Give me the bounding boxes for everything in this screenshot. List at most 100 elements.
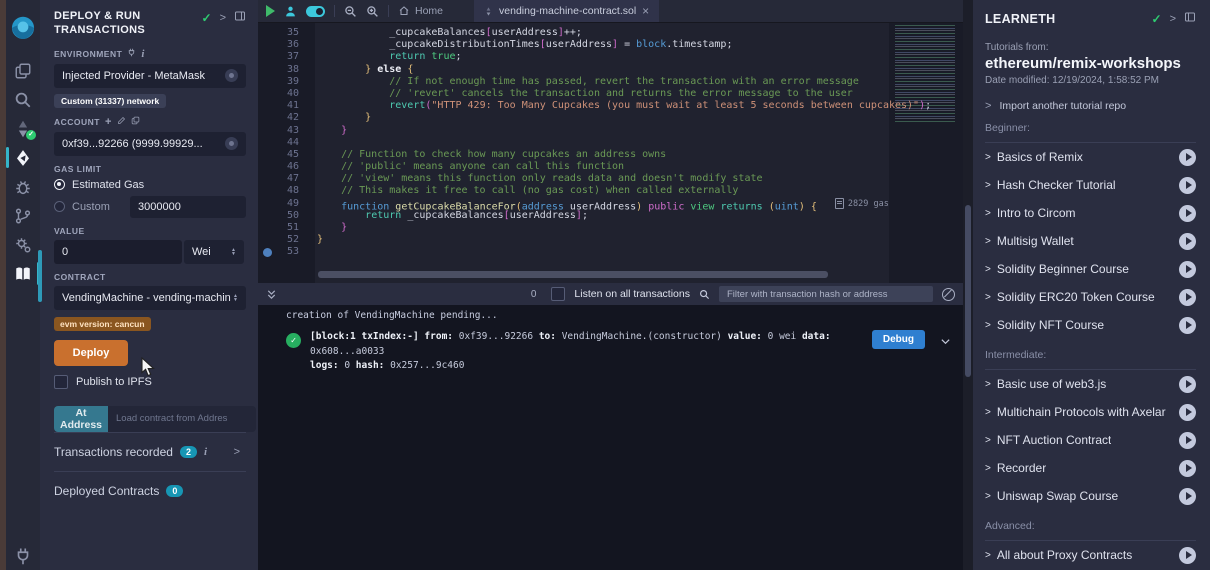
play-tutorial-button[interactable] bbox=[1179, 376, 1196, 393]
run-script-button[interactable] bbox=[266, 5, 275, 17]
file-tab[interactable]: vending-machine-contract.sol × bbox=[474, 0, 659, 22]
close-tab-icon[interactable]: × bbox=[642, 5, 649, 17]
tutorial-item[interactable]: >NFT Auction Contract bbox=[985, 426, 1196, 454]
play-tutorial-button[interactable] bbox=[1179, 261, 1196, 278]
custom-gas-input[interactable] bbox=[130, 196, 246, 218]
info-icon[interactable]: i bbox=[141, 48, 145, 60]
code-line[interactable]: 46 // 'public' means anyone can call thi… bbox=[258, 161, 889, 173]
tx-expand-chevron-icon[interactable] bbox=[940, 336, 951, 347]
play-tutorial-button[interactable] bbox=[1179, 547, 1196, 564]
line-number[interactable]: 45 bbox=[258, 149, 315, 161]
line-number[interactable]: 48 bbox=[258, 185, 315, 197]
learneth-scrollbar[interactable] bbox=[963, 0, 973, 570]
expand-chevron-icon[interactable]: > bbox=[985, 407, 991, 418]
deploy-run-icon[interactable] bbox=[6, 143, 40, 172]
tutorial-item[interactable]: >Basics of Remix bbox=[985, 143, 1196, 171]
tutorial-item[interactable]: >Solidity NFT Course bbox=[985, 311, 1196, 339]
assistant-person-icon[interactable] bbox=[284, 5, 297, 18]
publish-ipfs-checkbox[interactable] bbox=[54, 375, 68, 389]
code-line[interactable]: 36 _cupcakeDistributionTimes[userAddress… bbox=[258, 39, 889, 51]
expand-chevron-icon[interactable]: > bbox=[985, 491, 991, 502]
code-line[interactable]: 37 return true; bbox=[258, 51, 889, 63]
code-line[interactable]: 38 } else { bbox=[258, 64, 889, 76]
line-number[interactable]: 53 bbox=[258, 246, 315, 258]
value-input[interactable] bbox=[54, 240, 182, 264]
learneth-book-icon[interactable] bbox=[6, 259, 40, 288]
code-editor[interactable]: 35 _cupcakeBalances[userAddress]++;36 _c… bbox=[258, 23, 963, 283]
expand-chevron-icon[interactable]: > bbox=[985, 236, 991, 247]
expand-chevron-icon[interactable]: > bbox=[985, 208, 991, 219]
line-number[interactable]: 42 bbox=[258, 112, 315, 124]
line-number[interactable]: 52 bbox=[258, 234, 315, 246]
transaction-log-entry[interactable]: ✓ [block:1 txIndex:-] from: 0xf39...9226… bbox=[286, 330, 951, 374]
tutorial-item[interactable]: >Multisig Wallet bbox=[985, 227, 1196, 255]
copy-account-icon[interactable] bbox=[131, 116, 140, 127]
code-line[interactable]: 47 // 'view' means this function only re… bbox=[258, 173, 889, 185]
line-number[interactable]: 36 bbox=[258, 39, 315, 51]
learneth-pin-icon[interactable] bbox=[1184, 10, 1196, 28]
tutorial-item[interactable]: >Solidity Beginner Course bbox=[985, 255, 1196, 283]
pin-panel-icon[interactable] bbox=[234, 10, 246, 25]
plug-icon[interactable] bbox=[6, 541, 40, 570]
environment-select[interactable]: Injected Provider - MetaMask bbox=[54, 64, 246, 88]
debugger-icon[interactable] bbox=[6, 172, 40, 201]
line-number[interactable]: 35 bbox=[258, 27, 315, 39]
at-address-input[interactable] bbox=[108, 406, 256, 432]
expand-chevron-icon[interactable]: > bbox=[985, 292, 991, 303]
estimated-gas-radio[interactable] bbox=[54, 179, 65, 190]
add-account-icon[interactable]: + bbox=[105, 116, 112, 128]
code-line[interactable]: 35 _cupcakeBalances[userAddress]++; bbox=[258, 27, 889, 39]
line-number[interactable]: 39 bbox=[258, 76, 315, 88]
play-tutorial-button[interactable] bbox=[1179, 460, 1196, 477]
play-tutorial-button[interactable] bbox=[1179, 432, 1196, 449]
contract-select[interactable]: VendingMachine - vending-machin ▲▼ bbox=[54, 286, 246, 310]
listen-all-checkbox[interactable] bbox=[551, 287, 565, 301]
transactions-expand-icon[interactable]: > bbox=[234, 446, 240, 458]
sign-message-icon[interactable] bbox=[117, 116, 126, 127]
line-number[interactable]: 38 bbox=[258, 64, 315, 76]
code-line[interactable]: 40 // 'revert' cancels the transaction a… bbox=[258, 88, 889, 100]
expand-chevron-icon[interactable]: > bbox=[985, 152, 991, 163]
line-number[interactable]: 50 bbox=[258, 210, 315, 222]
line-number[interactable]: 43 bbox=[258, 125, 315, 137]
remix-logo[interactable] bbox=[6, 8, 40, 50]
import-repo-link[interactable]: > Import another tutorial repo bbox=[985, 100, 1196, 112]
panel-scrollbar[interactable] bbox=[38, 250, 42, 302]
tutorial-item[interactable]: >Intro to Circom bbox=[985, 199, 1196, 227]
expand-chevron-icon[interactable]: > bbox=[985, 264, 991, 275]
clear-console-icon[interactable] bbox=[942, 288, 955, 301]
expand-chevron-icon[interactable]: > bbox=[985, 180, 991, 191]
line-number[interactable]: 40 bbox=[258, 88, 315, 100]
git-icon[interactable] bbox=[6, 201, 40, 230]
line-number[interactable]: 47 bbox=[258, 173, 315, 185]
plugin-manager-icon[interactable] bbox=[6, 230, 40, 259]
breakpoint-icon[interactable] bbox=[263, 248, 272, 257]
tutorial-item[interactable]: >Basic use of web3.js bbox=[985, 370, 1196, 398]
code-line[interactable]: 48 // This makes it free to call (no gas… bbox=[258, 185, 889, 197]
expand-chevron-icon[interactable]: > bbox=[985, 435, 991, 446]
code-line[interactable]: 45 // Function to check how many cupcake… bbox=[258, 149, 889, 161]
line-number[interactable]: 37 bbox=[258, 51, 315, 63]
play-tutorial-button[interactable] bbox=[1179, 317, 1196, 334]
expand-chevron-icon[interactable]: > bbox=[985, 320, 991, 331]
play-tutorial-button[interactable] bbox=[1179, 149, 1196, 166]
code-line[interactable]: 49 function getCupcakeBalanceFor(address… bbox=[258, 198, 889, 210]
expand-chevron-icon[interactable]: > bbox=[985, 463, 991, 474]
unit-stepper-icon[interactable]: ▲▼ bbox=[231, 248, 236, 256]
code-line[interactable]: 41 revert("HTTP 429: Too Many Cupcakes (… bbox=[258, 100, 889, 112]
code-line[interactable]: 52} bbox=[258, 234, 889, 246]
line-number[interactable]: 51 bbox=[258, 222, 315, 234]
code-line[interactable]: 53 bbox=[258, 246, 889, 258]
tutorial-item[interactable]: >Uniswap Swap Course bbox=[985, 482, 1196, 510]
code-line[interactable]: 51 } bbox=[258, 222, 889, 234]
line-number[interactable]: 41 bbox=[258, 100, 315, 112]
zoom-in-icon[interactable] bbox=[366, 5, 379, 18]
collapse-chevron-icon[interactable]: > bbox=[220, 12, 226, 24]
line-number[interactable]: 46 bbox=[258, 161, 315, 173]
ai-copilot-toggle[interactable] bbox=[306, 6, 325, 17]
transactions-info-icon[interactable]: i bbox=[204, 446, 207, 458]
expand-chevron-icon[interactable]: > bbox=[985, 550, 991, 561]
tutorial-item[interactable]: >All about Proxy Contracts bbox=[985, 541, 1196, 569]
play-tutorial-button[interactable] bbox=[1179, 233, 1196, 250]
home-tab[interactable]: Home bbox=[398, 5, 443, 17]
